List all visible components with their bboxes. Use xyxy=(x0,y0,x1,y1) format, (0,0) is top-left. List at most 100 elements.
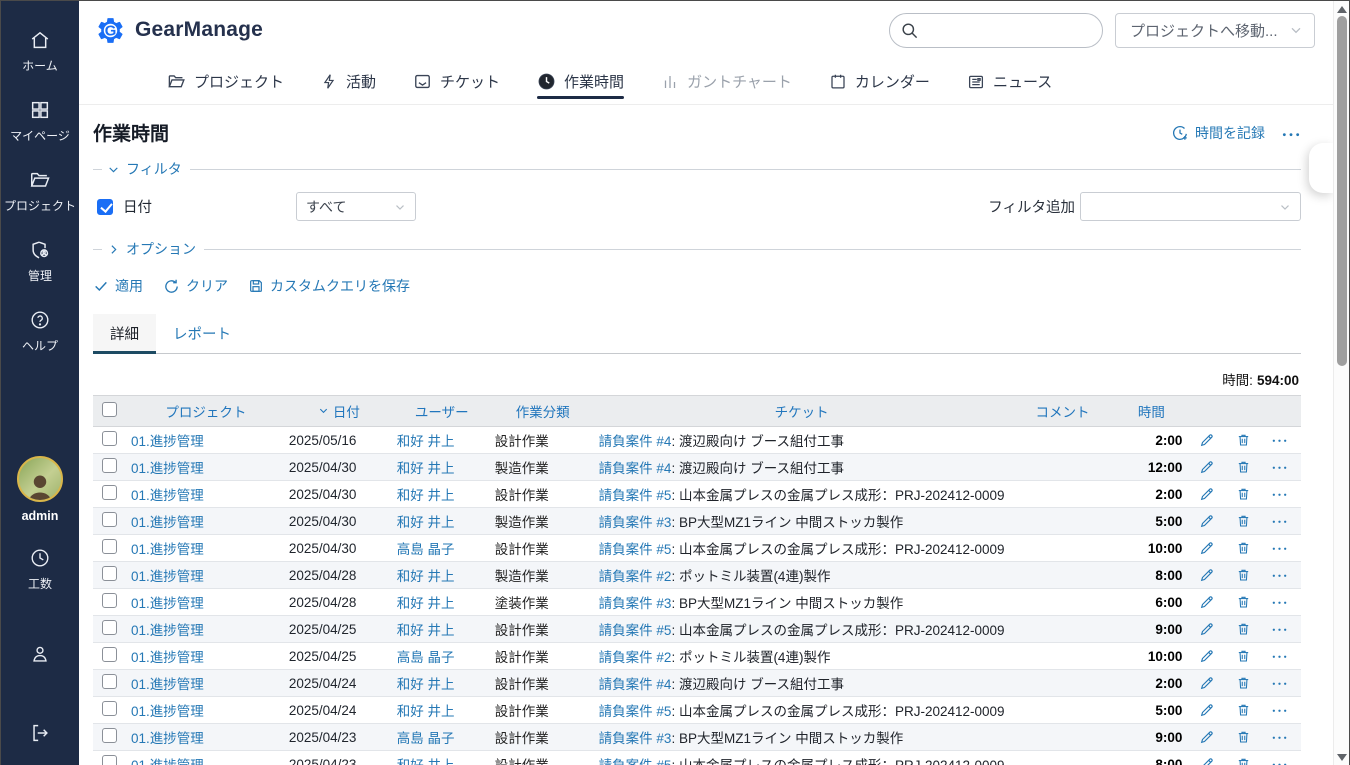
clear-button[interactable]: クリア xyxy=(163,276,228,296)
project-link[interactable]: 01.進捗管理 xyxy=(131,434,204,449)
date-operator-select[interactable]: すべて xyxy=(296,192,416,221)
project-link[interactable]: 01.進捗管理 xyxy=(131,515,204,530)
edit-icon[interactable] xyxy=(1199,621,1215,637)
project-link[interactable]: 01.進捗管理 xyxy=(131,704,204,719)
row-more-icon[interactable] xyxy=(1271,623,1288,635)
delete-icon[interactable] xyxy=(1236,459,1251,475)
delete-icon[interactable] xyxy=(1236,648,1251,664)
project-link[interactable]: 01.進捗管理 xyxy=(131,623,204,638)
tab-spent-time[interactable]: 作業時間 xyxy=(537,59,624,104)
column-header-project[interactable]: プロジェクト xyxy=(127,396,285,427)
row-checkbox[interactable] xyxy=(102,458,117,473)
scrollbar-thumb[interactable] xyxy=(1337,16,1347,366)
add-filter-select[interactable] xyxy=(1080,192,1301,221)
delete-icon[interactable] xyxy=(1236,675,1251,691)
edit-icon[interactable] xyxy=(1199,594,1215,610)
edit-icon[interactable] xyxy=(1199,648,1215,664)
row-checkbox[interactable] xyxy=(102,728,117,743)
user-link[interactable]: 和好 井上 xyxy=(397,434,455,449)
project-link[interactable]: 01.進捗管理 xyxy=(131,596,204,611)
edit-icon[interactable] xyxy=(1199,729,1215,745)
edit-icon[interactable] xyxy=(1199,432,1215,448)
row-more-icon[interactable] xyxy=(1271,542,1288,554)
ticket-link[interactable]: 請負案件 #5 xyxy=(599,704,672,719)
tab-news[interactable]: ニュース xyxy=(967,59,1052,104)
tab-projects[interactable]: プロジェクト xyxy=(167,59,284,104)
ticket-link[interactable]: 請負案件 #5 xyxy=(599,623,672,638)
tab-tickets[interactable]: チケット xyxy=(413,59,500,104)
row-more-icon[interactable] xyxy=(1271,650,1288,662)
project-link[interactable]: 01.進捗管理 xyxy=(131,569,204,584)
edit-icon[interactable] xyxy=(1199,486,1215,502)
edit-icon[interactable] xyxy=(1199,540,1215,556)
delete-icon[interactable] xyxy=(1236,567,1251,583)
ticket-link[interactable]: 請負案件 #2 xyxy=(599,569,672,584)
row-more-icon[interactable] xyxy=(1271,758,1288,765)
project-link[interactable]: 01.進捗管理 xyxy=(131,677,204,692)
sidebar-item-home[interactable]: ホーム xyxy=(22,29,58,74)
sidebar-item-kosu[interactable]: 工数 xyxy=(28,547,52,592)
delete-icon[interactable] xyxy=(1236,756,1251,765)
project-link[interactable]: 01.進捗管理 xyxy=(131,650,204,665)
column-header-user[interactable]: ユーザー xyxy=(393,396,491,427)
edit-icon[interactable] xyxy=(1199,702,1215,718)
edit-icon[interactable] xyxy=(1199,675,1215,691)
project-link[interactable]: 01.進捗管理 xyxy=(131,758,204,765)
more-actions-button[interactable] xyxy=(1281,126,1301,140)
user-link[interactable]: 和好 井上 xyxy=(397,677,455,692)
date-filter-checkbox[interactable] xyxy=(97,199,113,215)
user-link[interactable]: 和好 井上 xyxy=(397,488,455,503)
sidebar-item-profile[interactable] xyxy=(29,643,51,665)
delete-icon[interactable] xyxy=(1236,702,1251,718)
sidebar-item-admin[interactable]: 管理 xyxy=(28,239,52,284)
global-search-input[interactable] xyxy=(889,13,1103,48)
delete-icon[interactable] xyxy=(1236,486,1251,502)
subtab-report[interactable]: レポート xyxy=(156,314,248,353)
user-link[interactable]: 和好 井上 xyxy=(397,758,455,765)
row-checkbox[interactable] xyxy=(102,593,117,608)
row-more-icon[interactable] xyxy=(1271,515,1288,527)
ticket-link[interactable]: 請負案件 #3 xyxy=(599,515,672,530)
row-checkbox[interactable] xyxy=(102,539,117,554)
tab-calendar[interactable]: カレンダー xyxy=(829,59,930,104)
delete-icon[interactable] xyxy=(1236,594,1251,610)
column-header-hours[interactable]: 時間 xyxy=(1116,396,1186,427)
project-link[interactable]: 01.進捗管理 xyxy=(131,542,204,557)
user-link[interactable]: 高島 晶子 xyxy=(397,731,455,746)
user-link[interactable]: 和好 井上 xyxy=(397,461,455,476)
scroll-up-arrow[interactable] xyxy=(1337,6,1347,13)
ticket-link[interactable]: 請負案件 #4 xyxy=(599,461,672,476)
row-checkbox[interactable] xyxy=(102,701,117,716)
row-checkbox[interactable] xyxy=(102,566,117,581)
scroll-down-arrow[interactable] xyxy=(1337,754,1347,761)
select-all-checkbox[interactable] xyxy=(102,402,117,417)
apply-button[interactable]: 適用 xyxy=(93,276,143,296)
user-link[interactable]: 和好 井上 xyxy=(397,515,455,530)
row-more-icon[interactable] xyxy=(1271,704,1288,716)
edit-icon[interactable] xyxy=(1199,756,1215,765)
ticket-link[interactable]: 請負案件 #3 xyxy=(599,731,672,746)
row-more-icon[interactable] xyxy=(1271,434,1288,446)
user-link[interactable]: 和好 井上 xyxy=(397,569,455,584)
row-more-icon[interactable] xyxy=(1271,569,1288,581)
row-more-icon[interactable] xyxy=(1271,488,1288,500)
delete-icon[interactable] xyxy=(1236,621,1251,637)
user-link[interactable]: 和好 井上 xyxy=(397,704,455,719)
row-more-icon[interactable] xyxy=(1271,677,1288,689)
sidebar-item-logout[interactable] xyxy=(29,722,51,744)
ticket-link[interactable]: 請負案件 #4 xyxy=(599,677,672,692)
row-more-icon[interactable] xyxy=(1271,731,1288,743)
ticket-link[interactable]: 請負案件 #5 xyxy=(599,542,672,557)
vertical-scrollbar[interactable] xyxy=(1333,1,1349,765)
edit-icon[interactable] xyxy=(1199,513,1215,529)
user-link[interactable]: 和好 井上 xyxy=(397,623,455,638)
column-header-activity[interactable]: 作業分類 xyxy=(491,396,595,427)
sidebar-item-projects[interactable]: プロジェクト xyxy=(4,169,76,214)
ticket-link[interactable]: 請負案件 #5 xyxy=(599,488,672,503)
row-checkbox[interactable] xyxy=(102,620,117,635)
column-header-date[interactable]: 日付 xyxy=(285,396,393,427)
tab-gantt[interactable]: ガントチャート xyxy=(661,59,792,104)
ticket-link[interactable]: 請負案件 #4 xyxy=(599,434,672,449)
ticket-link[interactable]: 請負案件 #3 xyxy=(599,596,672,611)
row-checkbox[interactable] xyxy=(102,485,117,500)
